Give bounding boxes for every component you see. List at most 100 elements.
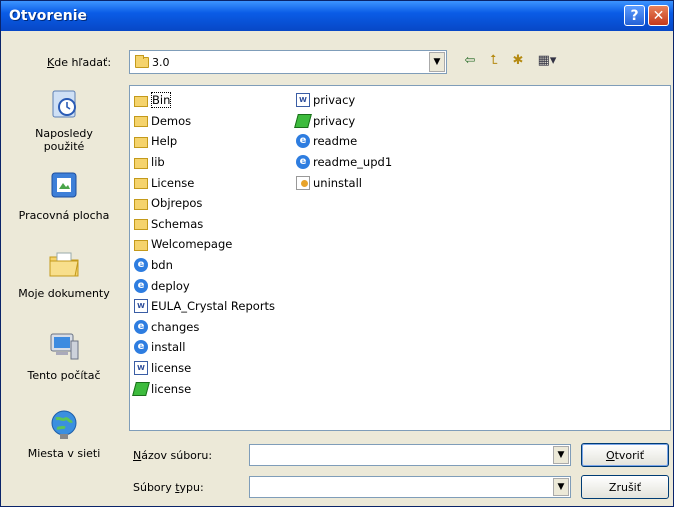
file-name: Demos bbox=[151, 113, 192, 128]
folder-icon bbox=[134, 95, 148, 107]
new-folder-icon[interactable]: ✱ bbox=[509, 51, 527, 69]
internet-explorer-icon: e bbox=[296, 134, 310, 149]
views-menu-icon[interactable]: ▦▾ bbox=[533, 51, 561, 69]
file-name: Help bbox=[151, 134, 178, 149]
places-bar: Naposledy použité Pracovná plocha Moje d… bbox=[7, 81, 121, 505]
file-name: Objrepos bbox=[151, 196, 203, 211]
list-item[interactable]: e install bbox=[134, 337, 275, 358]
place-my-computer[interactable]: Tento počítač bbox=[7, 329, 121, 382]
place-label: Moje dokumenty bbox=[18, 287, 110, 300]
folder-icon bbox=[134, 198, 148, 210]
file-name-input[interactable]: ▼ bbox=[249, 444, 571, 466]
file-column-2: Wprivacy privacy e readme e readme_upd1 un… bbox=[294, 90, 392, 193]
desktop-icon bbox=[51, 172, 77, 198]
cancel-button[interactable]: Zrušiť bbox=[581, 475, 669, 499]
place-recent[interactable]: Naposledy použité bbox=[7, 87, 121, 153]
list-item[interactable]: e changes bbox=[134, 317, 275, 338]
word-document-icon: W bbox=[134, 299, 148, 314]
file-name: Schemas bbox=[151, 216, 204, 231]
list-item[interactable]: Objrepos bbox=[134, 193, 275, 214]
file-column-1: Bin Demos Help lib License Objrepos Sche… bbox=[132, 90, 275, 399]
toolbar: ⇦ ⮤ ✱ ▦▾ bbox=[461, 51, 561, 69]
place-network[interactable]: Miesta v sieti bbox=[7, 407, 121, 460]
file-name: License bbox=[151, 175, 195, 190]
chevron-down-icon[interactable]: ▼ bbox=[429, 52, 445, 72]
look-in-value: 3.0 bbox=[152, 56, 170, 69]
folder-icon bbox=[134, 116, 148, 128]
chevron-down-icon[interactable]: ▼ bbox=[553, 446, 569, 464]
word-document-icon: W bbox=[296, 93, 310, 108]
close-button[interactable]: ✕ bbox=[648, 5, 669, 26]
file-type-dropdown[interactable]: ▼ bbox=[249, 476, 571, 498]
folder-icon bbox=[134, 136, 148, 148]
file-name: Welcomepage bbox=[151, 237, 233, 252]
list-item[interactable]: Welcomepage bbox=[134, 234, 275, 255]
file-list[interactable]: Bin Demos Help lib License Objrepos Sche… bbox=[129, 85, 671, 431]
list-item[interactable]: uninstall bbox=[296, 172, 392, 193]
folder-icon bbox=[134, 178, 148, 190]
file-type-label: Súbory typu: bbox=[133, 481, 204, 494]
help-button[interactable]: ? bbox=[624, 5, 645, 26]
file-name: deploy bbox=[151, 278, 190, 293]
place-label: Naposledy použité bbox=[35, 127, 93, 153]
file-name: EULA_Crystal Reports bbox=[151, 299, 276, 314]
word-document-icon: W bbox=[134, 361, 148, 376]
file-name-label: Názov súboru: bbox=[133, 449, 213, 462]
list-item[interactable]: Demos bbox=[134, 111, 275, 132]
open-dialog: Otvorenie ? ✕ Kde hľadať: 3.0 ▼ ⇦ ⮤ ✱ ▦▾… bbox=[0, 0, 674, 507]
uninstall-icon bbox=[296, 175, 310, 190]
folder-icon bbox=[134, 219, 148, 231]
list-item[interactable]: e readme_upd1 bbox=[296, 152, 392, 173]
file-name: uninstall bbox=[313, 175, 362, 190]
place-my-documents[interactable]: Moje dokumenty bbox=[7, 247, 121, 300]
look-in-label: Kde hľadať: bbox=[47, 56, 112, 69]
internet-explorer-icon: e bbox=[134, 340, 148, 355]
my-computer-icon bbox=[50, 333, 79, 360]
list-item[interactable]: Schemas bbox=[134, 214, 275, 235]
file-name: Bin bbox=[151, 92, 172, 109]
file-name: license bbox=[151, 361, 192, 376]
place-label: Pracovná plocha bbox=[18, 209, 110, 222]
list-item[interactable]: e readme bbox=[296, 131, 392, 152]
list-item[interactable]: license bbox=[132, 378, 275, 399]
list-item[interactable]: Wprivacy bbox=[296, 90, 392, 111]
file-name: changes bbox=[151, 319, 200, 334]
list-item[interactable]: License bbox=[134, 172, 275, 193]
list-item[interactable]: e bdn bbox=[134, 255, 275, 276]
folder-icon bbox=[135, 55, 149, 68]
file-name: readme_upd1 bbox=[313, 155, 393, 170]
file-name: lib bbox=[151, 155, 165, 170]
look-in-dropdown[interactable]: 3.0 ▼ bbox=[129, 50, 447, 74]
list-item[interactable]: Help bbox=[134, 131, 275, 152]
recent-icon bbox=[52, 90, 76, 118]
internet-explorer-icon: e bbox=[134, 278, 148, 293]
folder-icon bbox=[134, 239, 148, 251]
title-bar[interactable]: Otvorenie ? ✕ bbox=[1, 1, 673, 31]
place-label: Tento počítač bbox=[27, 369, 101, 382]
file-name: readme bbox=[313, 134, 358, 149]
internet-explorer-icon: e bbox=[296, 155, 310, 170]
dialog-title: Otvorenie bbox=[9, 8, 87, 24]
file-name: license bbox=[151, 381, 192, 396]
list-item[interactable]: W EULA_Crystal Reports bbox=[134, 296, 275, 317]
internet-explorer-icon: e bbox=[134, 319, 148, 334]
list-item[interactable]: Wlicense bbox=[134, 358, 275, 379]
file-name: install bbox=[151, 340, 186, 355]
list-item[interactable]: privacy bbox=[294, 111, 392, 132]
network-places-icon bbox=[51, 410, 77, 439]
folder-icon bbox=[134, 157, 148, 169]
list-item[interactable]: Bin bbox=[134, 90, 275, 111]
list-item[interactable]: lib bbox=[134, 152, 275, 173]
back-icon[interactable]: ⇦ bbox=[461, 51, 479, 69]
file-name: privacy bbox=[313, 93, 356, 108]
up-folder-icon[interactable]: ⮤ bbox=[485, 51, 503, 69]
internet-explorer-icon: e bbox=[134, 258, 148, 273]
place-desktop[interactable]: Pracovná plocha bbox=[7, 169, 121, 222]
text-document-icon bbox=[294, 113, 312, 128]
list-item[interactable]: e deploy bbox=[134, 275, 275, 296]
text-document-icon bbox=[132, 381, 150, 396]
file-name: bdn bbox=[151, 258, 173, 273]
chevron-down-icon[interactable]: ▼ bbox=[553, 478, 569, 496]
file-name: privacy bbox=[313, 113, 356, 128]
open-button[interactable]: Otvoriť bbox=[581, 443, 669, 467]
